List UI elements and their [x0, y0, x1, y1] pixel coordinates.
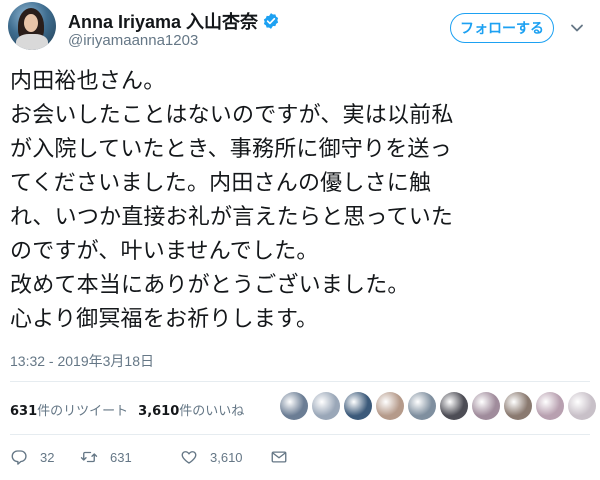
liker-avatar[interactable]: [536, 392, 564, 420]
retweet-button[interactable]: 631: [80, 448, 180, 466]
retweets-count: 631: [10, 404, 38, 419]
reply-count: 32: [40, 449, 55, 465]
divider: [10, 381, 590, 382]
tweet-line: お会いしたことはないのですが、実は以前私: [10, 103, 454, 128]
tweet-timestamp[interactable]: 13:32 - 2019年3月18日: [10, 351, 154, 371]
tweet-card: Anna Iriyama 入山杏奈 @iriyamaanna1203 フォローす…: [0, 0, 600, 480]
display-name[interactable]: Anna Iriyama 入山杏奈: [68, 8, 258, 34]
liker-avatar[interactable]: [344, 392, 372, 420]
retweet-icon: [80, 451, 98, 463]
liker-avatar[interactable]: [376, 392, 404, 420]
tweet-line: のですが、叶いませんでした。: [10, 239, 319, 264]
tweet-line: が入院していたとき、事務所に御守りを送っ: [10, 137, 452, 162]
liker-avatar[interactable]: [408, 392, 436, 420]
retweets-label: 件のリツイート: [37, 404, 129, 419]
heart-icon: [181, 451, 197, 464]
name-row: Anna Iriyama 入山杏奈: [68, 8, 280, 34]
liker-avatar[interactable]: [472, 392, 500, 420]
chevron-down-icon[interactable]: [570, 20, 584, 34]
avatar-body: [16, 34, 48, 50]
likes-count: 3,610: [138, 404, 180, 419]
reply-button[interactable]: 32: [10, 448, 80, 466]
tweet-text: 内田裕也さん。 お会いしたことはないのですが、実は以前私 が入院していたとき、事…: [10, 65, 590, 337]
liker-avatar[interactable]: [312, 392, 340, 420]
likes-label: 件のいいね: [179, 404, 245, 419]
follow-button[interactable]: フォローする: [450, 13, 554, 43]
tweet-line: てくださいました。内田さんの優しさに触: [10, 171, 432, 196]
message-button[interactable]: [270, 448, 288, 466]
retweets-stat[interactable]: 631件のリツイート: [10, 400, 128, 419]
likes-stat[interactable]: 3,610件のいいね: [138, 400, 244, 419]
tweet-line: 内田裕也さん。: [10, 69, 166, 94]
liker-avatar[interactable]: [440, 392, 468, 420]
like-button[interactable]: 3,610: [180, 448, 270, 466]
avatar[interactable]: [8, 2, 56, 50]
liker-avatar[interactable]: [568, 392, 596, 420]
user-handle[interactable]: @iriyamaanna1203: [68, 32, 198, 49]
tweet-stats: 631件のリツイート 3,610件のいいね: [10, 400, 244, 419]
liker-avatars: [280, 392, 596, 420]
verified-badge-icon: [262, 12, 280, 30]
tweet-line: 心より御冥福をお祈りします。: [10, 307, 319, 332]
reply-icon: [11, 450, 27, 465]
action-bar: 32 631 3,610: [10, 448, 288, 466]
avatar-face: [24, 14, 38, 32]
tweet-line: 改めて本当にありがとうございました。: [10, 273, 410, 298]
liker-avatar[interactable]: [280, 392, 308, 420]
retweet-count: 631: [110, 449, 132, 465]
liker-avatar[interactable]: [504, 392, 532, 420]
divider: [10, 434, 590, 435]
like-count: 3,610: [210, 449, 243, 465]
envelope-icon: [271, 451, 287, 463]
tweet-line: れ、いつか直接お礼が言えたらと思っていた: [10, 205, 454, 230]
